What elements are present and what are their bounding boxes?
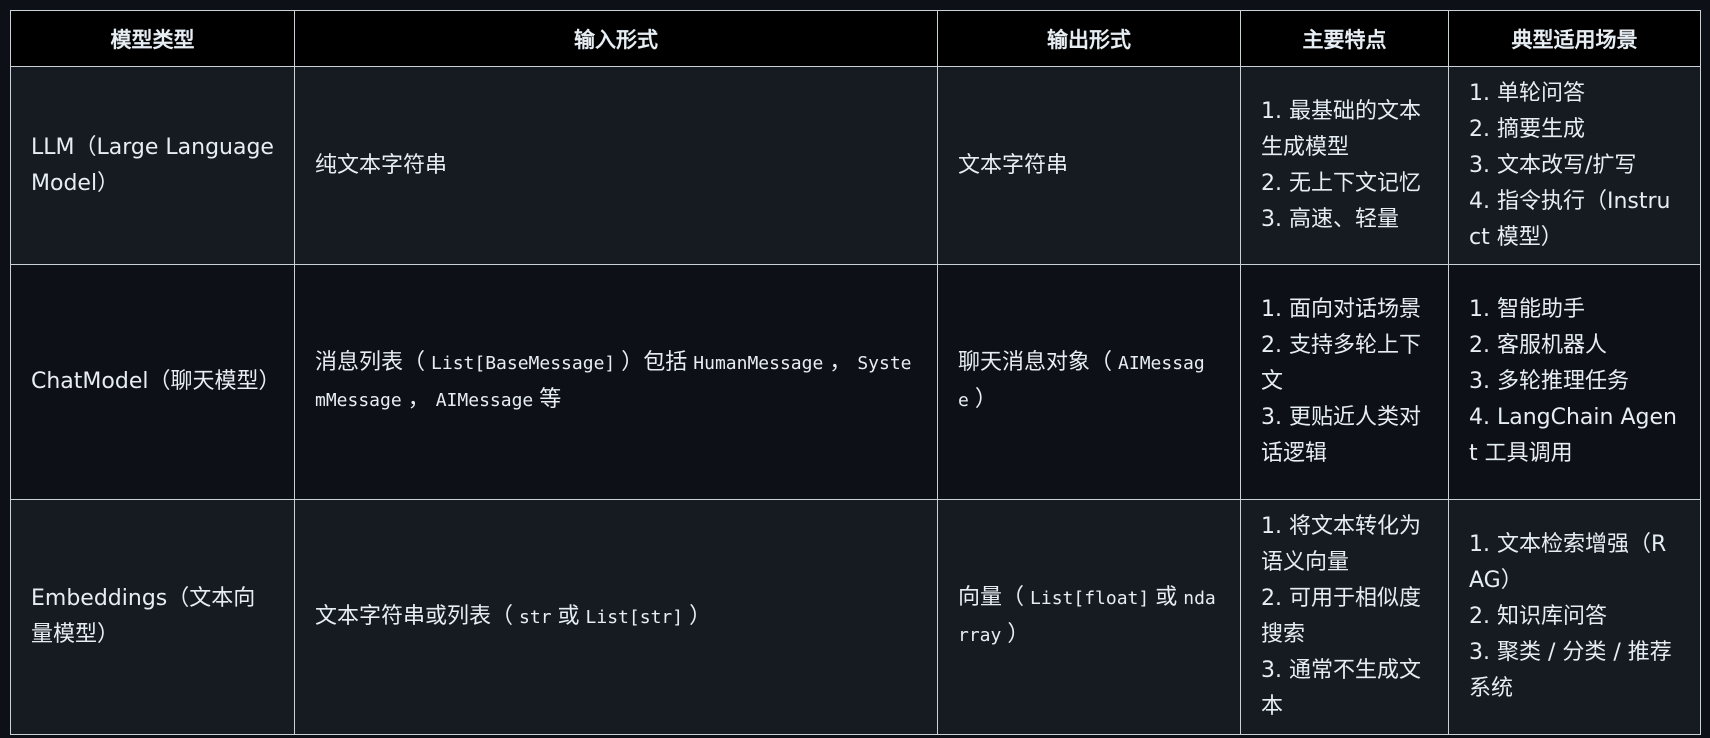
- header-model-type: 模型类型: [10, 10, 295, 67]
- output-text: 聊天消息对象（: [958, 350, 1113, 375]
- input-text: 消息列表（: [315, 350, 426, 375]
- cell-output: 文本字符串: [937, 66, 1241, 265]
- feature-item: 1. 面向对话场景: [1261, 297, 1421, 322]
- cell-model-type: Embeddings（文本向量模型）: [10, 499, 295, 735]
- header-output-format: 输出形式: [937, 10, 1241, 67]
- input-code: List[BaseMessage]: [431, 353, 616, 374]
- cell-output: 向量（ List[float] 或 ndarray）: [937, 499, 1241, 735]
- header-input-format: 输入形式: [294, 10, 938, 67]
- input-text: ，: [829, 350, 852, 375]
- feature-item: 3. 通常不生成文本: [1261, 658, 1421, 719]
- scenario-item: 2. 客服机器人: [1469, 333, 1607, 358]
- page: 模型类型 输入形式 输出形式 主要特点 典型适用场景 LLM（Large Lan…: [0, 0, 1710, 738]
- output-text: ）: [974, 387, 997, 412]
- input-text: 等: [539, 387, 562, 412]
- scenario-item: 2. 摘要生成: [1469, 116, 1585, 142]
- table-row: Embeddings（文本向量模型） 文本字符串或列表（ str 或 List[str…: [10, 499, 1701, 735]
- cell-scenarios: 1. 文本检索增强（RAG） 2. 知识库问答 3. 聚类 / 分类 / 推荐系…: [1448, 499, 1701, 735]
- feature-item: 2. 可用于相似度搜索: [1261, 586, 1421, 647]
- cell-input: 文本字符串或列表（ str 或 List[str]）: [294, 499, 938, 735]
- cell-features: 1. 面向对话场景 2. 支持多轮上下文 3. 更贴近人类对话逻辑: [1240, 264, 1449, 500]
- cell-scenarios: 1. 单轮问答 2. 摘要生成 3. 文本改写/扩写 4. 指令执行（Instr…: [1448, 66, 1701, 265]
- input-text: ）包括: [621, 350, 688, 375]
- scenario-item: 1. 文本检索增强（RAG）: [1469, 532, 1667, 593]
- input-text: ，: [407, 387, 430, 412]
- scenario-item: 4. LangChain Agent 工具调用: [1469, 405, 1677, 466]
- header-row: 模型类型 输入形式 输出形式 主要特点 典型适用场景: [10, 10, 1701, 67]
- scenario-item: 3. 文本改写/扩写: [1469, 152, 1637, 178]
- cell-scenarios: 1. 智能助手 2. 客服机器人 3. 多轮推理任务 4. LangChain …: [1448, 264, 1701, 500]
- feature-item: 3. 更贴近人类对话逻辑: [1261, 405, 1421, 466]
- feature-item: 2. 无上下文记忆: [1261, 170, 1421, 196]
- cell-model-type: LLM（Large Language Model）: [10, 66, 295, 265]
- scenario-item: 2. 知识库问答: [1469, 604, 1607, 629]
- output-text: ）: [1007, 622, 1030, 647]
- output-text: 或: [1155, 585, 1178, 610]
- input-text: 或: [557, 603, 580, 629]
- scenario-item: 3. 多轮推理任务: [1469, 369, 1629, 394]
- input-text: ）: [689, 603, 712, 629]
- output-text: 向量（: [958, 585, 1025, 610]
- cell-model-type: ChatModel（聊天模型）: [10, 264, 295, 500]
- scenario-item: 1. 单轮问答: [1469, 80, 1585, 106]
- cell-input: 消息列表（ List[BaseMessage] ）包括 HumanMessage， Sy…: [294, 264, 938, 500]
- header-typical-scenarios: 典型适用场景: [1448, 10, 1701, 67]
- cell-features: 1. 最基础的文本生成模型 2. 无上下文记忆 3. 高速、轻量: [1240, 66, 1449, 265]
- model-comparison-table: 模型类型 输入形式 输出形式 主要特点 典型适用场景 LLM（Large Lan…: [10, 10, 1701, 735]
- input-code: HumanMessage: [693, 353, 824, 374]
- cell-output: 聊天消息对象（ AIMessage）: [937, 264, 1241, 500]
- input-text: 文本字符串或列表（: [315, 603, 514, 629]
- feature-item: 3. 高速、轻量: [1261, 206, 1399, 232]
- input-code: AIMessage: [435, 390, 534, 411]
- input-code: str: [519, 606, 552, 628]
- output-code: List[float]: [1030, 588, 1150, 609]
- table-row: ChatModel（聊天模型） 消息列表（ List[BaseMessage] ）包…: [10, 264, 1701, 500]
- feature-item: 1. 最基础的文本生成模型: [1261, 98, 1421, 160]
- scenario-item: 1. 智能助手: [1469, 297, 1585, 322]
- feature-item: 1. 将文本转化为语义向量: [1261, 514, 1421, 575]
- feature-item: 2. 支持多轮上下文: [1261, 333, 1421, 394]
- scenario-item: 3. 聚类 / 分类 / 推荐系统: [1469, 640, 1672, 701]
- cell-features: 1. 将文本转化为语义向量 2. 可用于相似度搜索 3. 通常不生成文本: [1240, 499, 1449, 735]
- cell-input: 纯文本字符串: [294, 66, 938, 265]
- table-row: LLM（Large Language Model） 纯文本字符串 文本字符串 1…: [10, 66, 1701, 265]
- input-code: List[str]: [585, 606, 684, 628]
- header-main-features: 主要特点: [1240, 10, 1449, 67]
- scenario-item: 4. 指令执行（Instruct 模型）: [1469, 188, 1671, 250]
